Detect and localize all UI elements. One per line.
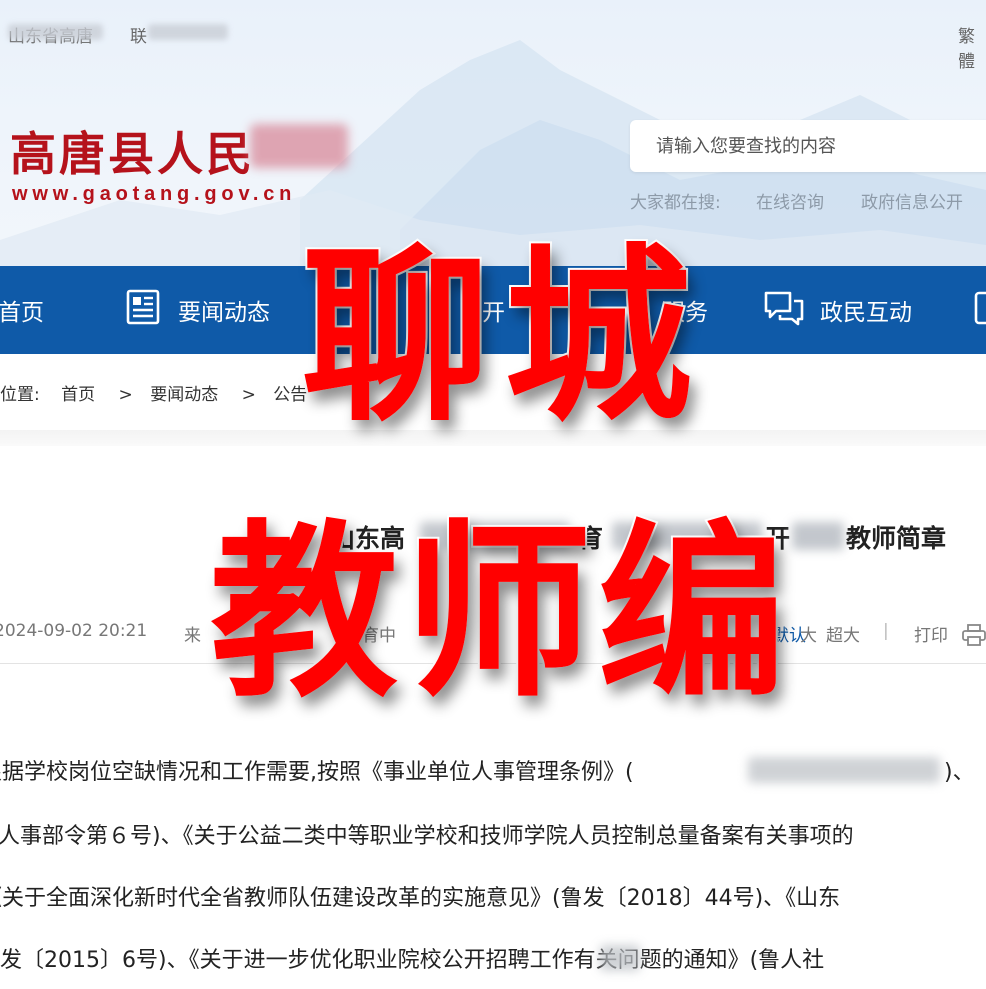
hot-search-label: 大家都在搜: bbox=[630, 193, 721, 213]
article-source-label: 来 bbox=[184, 626, 201, 646]
breadcrumb-item[interactable]: 首页 bbox=[61, 385, 95, 405]
nav-item-label: 要闻动态 bbox=[178, 300, 270, 326]
nav-item-news[interactable]: 要闻动态 bbox=[122, 266, 270, 354]
article-title-blur bbox=[792, 522, 844, 550]
overlay-headline-line2: 教师编 bbox=[208, 504, 792, 723]
breadcrumb-item[interactable]: 要闻动态 bbox=[150, 385, 218, 405]
topbar-blur-2 bbox=[148, 24, 228, 40]
nav-item-label: 政民互动 bbox=[820, 300, 912, 326]
breadcrumb-prefix: 位置: bbox=[0, 385, 40, 405]
breadcrumb: 位置: 首页 > 要闻动态 > 公告 bbox=[0, 380, 313, 405]
hot-search-link[interactable]: 政府信息公开 bbox=[861, 188, 963, 213]
font-size-xlarge[interactable]: 超大 bbox=[826, 621, 860, 646]
article-paragraph-line: 人事部令第６号)、《关于公益二类中等职业学校和技师学院人员控制总量备案有关事项的 bbox=[0, 824, 854, 849]
site-title-blur bbox=[250, 124, 348, 168]
site-url: www.gaotang.gov.cn bbox=[12, 183, 297, 205]
article-paragraph-line: 根据学校岗位空缺情况和工作需要,按照《事业单位人事管理条例》( bbox=[0, 760, 634, 785]
breadcrumb-separator: > bbox=[118, 385, 133, 405]
newspaper-icon bbox=[122, 287, 164, 333]
topbar-link[interactable]: 联 bbox=[130, 22, 147, 47]
article-paragraph-line: 社发〔2015〕6号)、《关于进一步优化职业院校公开招聘工作有关问题的通知》(鲁… bbox=[0, 948, 825, 973]
nav-item-home[interactable]: 首页 bbox=[0, 266, 44, 354]
hot-search-link[interactable]: 在线咨询 bbox=[756, 188, 824, 213]
document-icon bbox=[972, 287, 986, 333]
paragraph-blur bbox=[600, 945, 640, 971]
nav-item-interaction[interactable]: 政民互动 bbox=[762, 266, 912, 354]
search-box bbox=[630, 120, 986, 172]
site-header: 山东省高唐 联 繁體 高唐县人民 www.gaotang.gov.cn 大家都在… bbox=[0, 0, 986, 266]
meta-separator: | bbox=[883, 621, 889, 641]
breadcrumb-separator: > bbox=[241, 385, 256, 405]
topbar-blur bbox=[8, 24, 103, 40]
article-date: 2024-09-02 20:21 bbox=[0, 621, 148, 641]
nav-item-more[interactable] bbox=[972, 266, 986, 354]
search-input[interactable] bbox=[630, 120, 986, 172]
article-paragraph-line-tail: )、 bbox=[944, 760, 975, 785]
chat-icon bbox=[762, 287, 806, 333]
nav-item-label: 首页 bbox=[0, 300, 44, 326]
paragraph-blur bbox=[748, 757, 940, 783]
traditional-chinese-toggle[interactable]: 繁體 bbox=[958, 22, 986, 72]
site-title[interactable]: 高唐县人民 bbox=[10, 118, 255, 184]
print-link[interactable]: 打印 bbox=[914, 621, 948, 646]
article-paragraph-line: 《关于全面深化新时代全省教师队伍建设改革的实施意见》(鲁发〔2018〕44号)、… bbox=[0, 886, 841, 911]
font-size-large[interactable]: 大 bbox=[800, 621, 817, 646]
article-title-part: 教师简章 bbox=[846, 524, 947, 553]
print-icon[interactable] bbox=[962, 624, 986, 650]
overlay-headline-line1: 聊城 bbox=[300, 228, 706, 447]
